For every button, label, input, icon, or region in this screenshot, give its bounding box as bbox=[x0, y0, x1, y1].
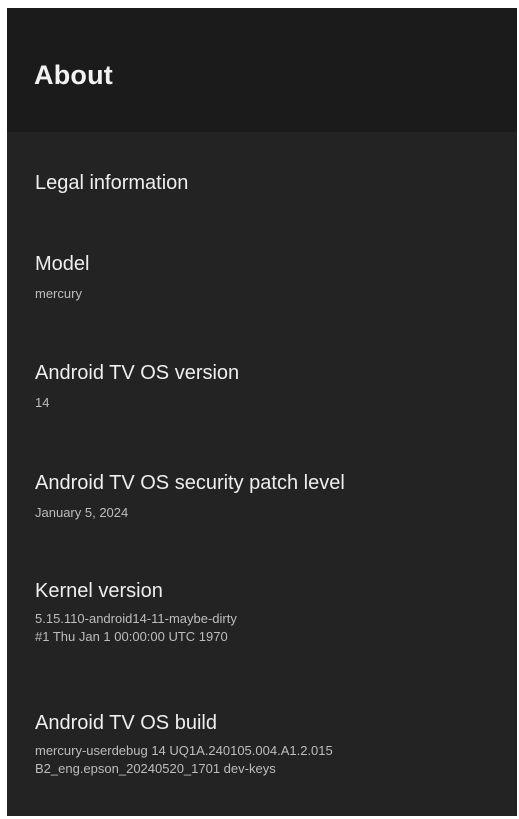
about-screen: About Legal information Model mercury An… bbox=[7, 8, 517, 816]
menu-item-title: Model bbox=[35, 253, 90, 275]
menu-item-value: 14 bbox=[35, 395, 50, 410]
menu-item-android-tv-os-build[interactable]: Android TV OS build mercury-userdebug 14… bbox=[35, 710, 505, 778]
menu-item-value-line1: 5.15.110-android14-11-maybe-dirty bbox=[35, 611, 237, 626]
menu-item-value: mercury bbox=[35, 286, 82, 301]
header: About bbox=[7, 8, 517, 132]
menu-item-title: Android TV OS build bbox=[35, 712, 217, 734]
menu-item-value: January 5, 2024 bbox=[35, 505, 129, 520]
page-title: About bbox=[34, 60, 113, 90]
menu-item-title: Android TV OS security patch level bbox=[35, 472, 345, 494]
menu-item-legal-information[interactable]: Legal information bbox=[35, 170, 505, 196]
menu-item-security-patch-level[interactable]: Android TV OS security patch level Janua… bbox=[35, 470, 505, 522]
menu-item-title: Android TV OS version bbox=[35, 362, 240, 384]
menu-item-model[interactable]: Model mercury bbox=[35, 251, 505, 303]
menu-item-title: Legal information bbox=[35, 172, 189, 194]
menu-item-value-line2: B2_eng.epson_20240520_1701 dev-keys bbox=[35, 761, 276, 776]
menu-item-kernel-version[interactable]: Kernel version 5.15.110-android14-11-may… bbox=[35, 578, 505, 646]
menu-item-title: Kernel version bbox=[35, 580, 163, 602]
menu-item-value-line2: #1 Thu Jan 1 00:00:00 UTC 1970 bbox=[35, 629, 228, 644]
menu-item-value-line1: mercury-userdebug 14 UQ1A.240105.004.A1.… bbox=[35, 743, 333, 758]
menu-item-android-tv-os-version[interactable]: Android TV OS version 14 bbox=[35, 360, 505, 412]
